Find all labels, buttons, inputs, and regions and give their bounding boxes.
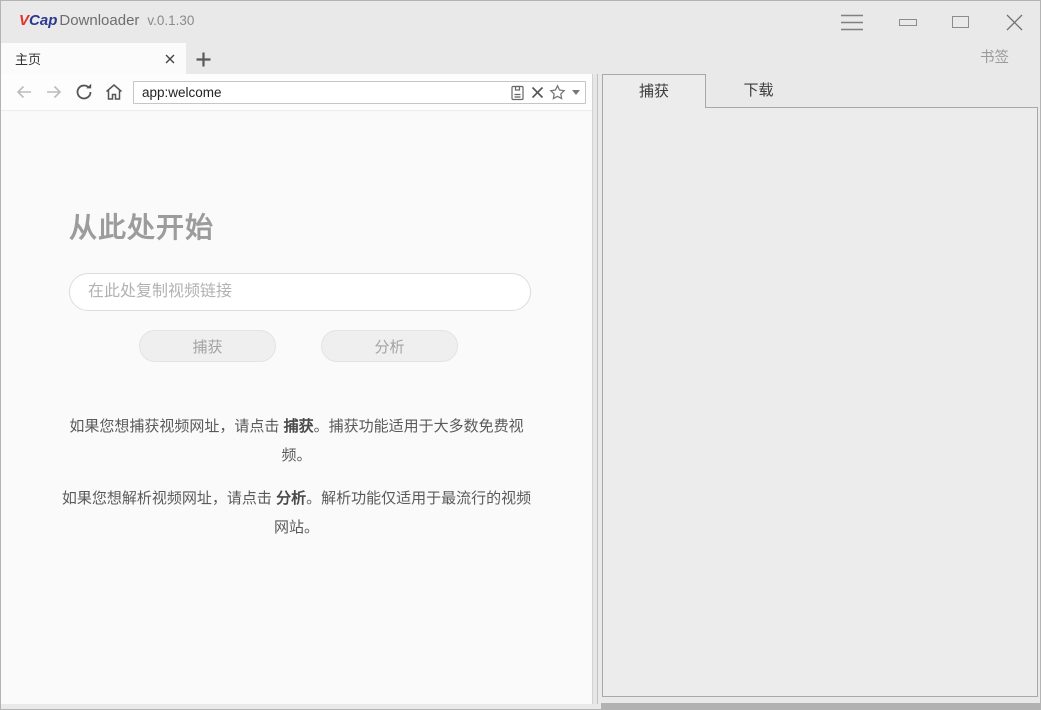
arrow-right-icon	[44, 82, 64, 102]
tab-close-button[interactable]	[158, 47, 182, 71]
home-button[interactable]	[99, 77, 129, 107]
welcome-page: 从此处开始 捕获 分析 如果您想捕获视频网址，请点击 捕获。捕获功能适用于大多数…	[1, 111, 592, 704]
minimize-button[interactable]	[891, 1, 925, 43]
panel-tab-download[interactable]: 下载	[706, 74, 811, 108]
refresh-button[interactable]	[69, 77, 99, 107]
address-bar[interactable]: app:welcome	[133, 81, 586, 104]
logo-v: V	[19, 12, 29, 29]
hamburger-icon	[840, 14, 864, 31]
instructions: 如果您想捕获视频网址，请点击 捕获。捕获功能适用于大多数免费视频。 如果您想解析…	[57, 412, 537, 542]
side-panel: 捕获 下载	[598, 74, 1041, 710]
url-text[interactable]: app:welcome	[134, 85, 507, 100]
save-page-button[interactable]	[507, 82, 527, 103]
app-logo: VCapDownloader v.0.1.30	[19, 12, 194, 29]
video-link-input[interactable]	[69, 273, 531, 311]
url-dropdown-button[interactable]	[567, 82, 585, 103]
close-button[interactable]	[997, 1, 1031, 43]
titlebar: VCapDownloader v.0.1.30 书签 主页	[1, 1, 1040, 74]
new-tab-button[interactable]	[191, 47, 215, 71]
browser-tab-home[interactable]: 主页	[1, 43, 186, 74]
home-icon	[104, 82, 124, 102]
instruction-analyze: 如果您想解析视频网址，请点击 分析。解析功能仅适用于最流行的视频网站。	[57, 484, 537, 542]
clear-url-button[interactable]	[527, 82, 547, 103]
capture-list-area	[602, 107, 1038, 697]
bookmark-star-button[interactable]	[547, 82, 567, 103]
arrow-left-icon	[14, 82, 34, 102]
horizontal-scrollbar[interactable]	[601, 703, 1041, 710]
back-button[interactable]	[9, 77, 39, 107]
navigation-bar: app:welcome	[1, 74, 592, 111]
x-icon	[531, 86, 544, 99]
capture-button[interactable]: 捕获	[139, 330, 276, 362]
close-icon	[165, 54, 175, 64]
page-title: 从此处开始	[69, 206, 592, 246]
panel-tab-capture[interactable]: 捕获	[602, 74, 706, 108]
logo-cap: Cap	[29, 12, 57, 29]
analyze-button[interactable]: 分析	[321, 330, 458, 362]
app-version: v.0.1.30	[147, 13, 194, 28]
action-buttons: 捕获 分析	[139, 330, 592, 362]
logo-name: Downloader	[59, 12, 139, 29]
chevron-down-icon	[572, 90, 580, 95]
maximize-button[interactable]	[943, 1, 977, 43]
save-page-icon	[510, 85, 525, 101]
refresh-icon	[74, 82, 94, 102]
forward-button[interactable]	[39, 77, 69, 107]
plus-icon	[196, 52, 211, 67]
bookmarks-toggle[interactable]: 书签	[980, 46, 1009, 67]
maximize-icon	[952, 16, 969, 28]
menu-button[interactable]	[835, 1, 869, 43]
tab-label: 主页	[1, 49, 158, 68]
instruction-capture: 如果您想捕获视频网址，请点击 捕获。捕获功能适用于大多数免费视频。	[57, 412, 537, 470]
star-icon	[549, 84, 566, 101]
minimize-icon	[899, 19, 917, 26]
app-window: VCapDownloader v.0.1.30 书签 主页	[0, 0, 1041, 710]
close-icon	[1005, 13, 1024, 32]
